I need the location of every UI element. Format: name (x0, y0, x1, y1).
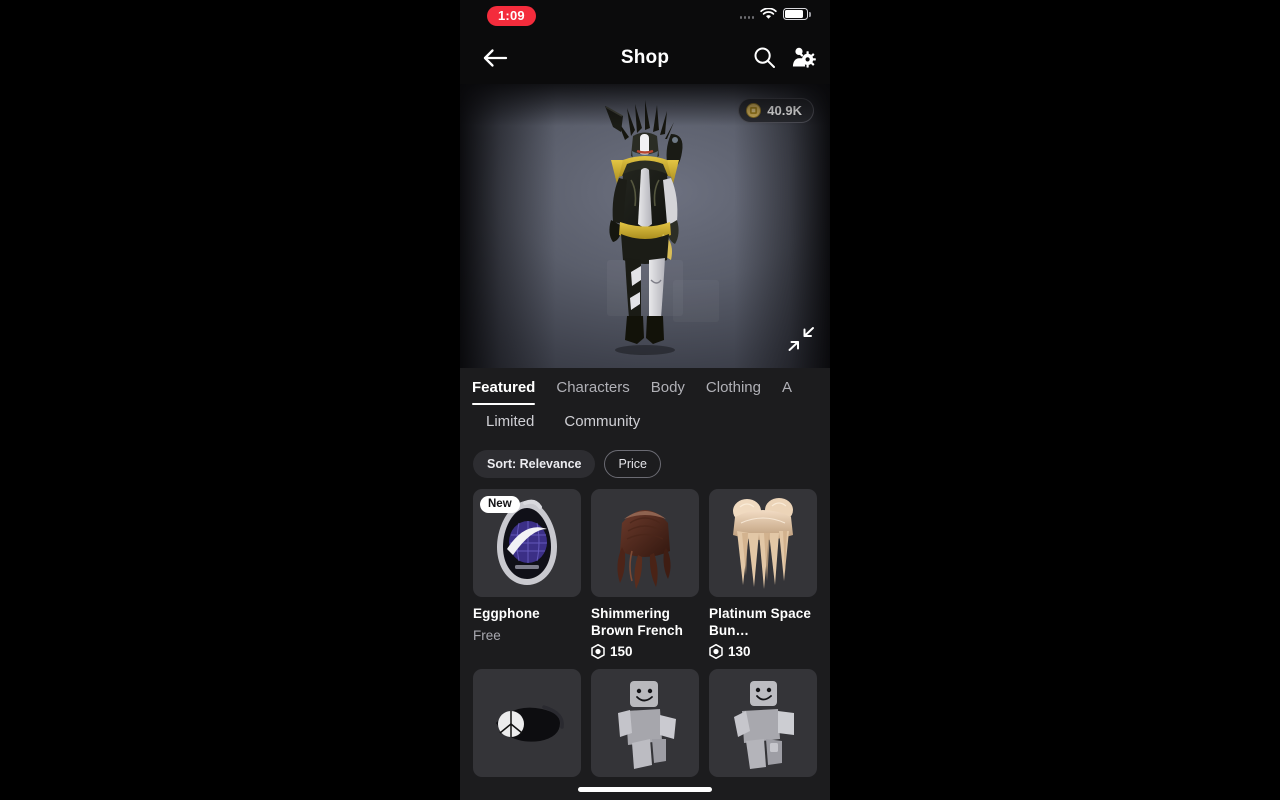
item-thumbnail[interactable] (473, 669, 581, 777)
tab-clothing[interactable]: Clothing (706, 379, 761, 405)
status-bar-right-icons (739, 8, 811, 20)
avatar-character-render (605, 100, 683, 355)
item-card-row2-2[interactable] (591, 669, 699, 777)
item-name: Shimmering Brown French (591, 606, 683, 638)
status-bar: 1:09 (460, 0, 830, 32)
item-thumbnail[interactable] (709, 489, 817, 597)
item-price-value: 130 (728, 644, 751, 659)
avatar-bundle-thumb-2 (734, 681, 794, 769)
tab-featured[interactable]: Featured (472, 379, 536, 405)
home-indicator (578, 787, 712, 792)
nav-bar: Shop (460, 32, 830, 84)
recording-time-pill: 1:09 (487, 6, 536, 26)
item-price-value: 150 (610, 644, 633, 659)
avatar-editor-button[interactable] (788, 41, 818, 73)
phone-screen: 1:09 Shop 40.9K Featured Characters Body… (460, 0, 830, 800)
currency-badge[interactable]: 40.9K (738, 98, 814, 123)
item-card-shimmering-brown-french[interactable]: Shimmering Brown French 150 (591, 489, 699, 659)
item-price: 130 (709, 644, 817, 659)
tab-community[interactable]: Community (564, 413, 640, 438)
new-badge: New (480, 496, 520, 513)
item-name: Platinum Space Bun… (709, 606, 811, 638)
item-price: 150 (591, 644, 699, 659)
price-filter-chip[interactable]: Price (604, 450, 661, 478)
item-card-row2-3[interactable] (709, 669, 817, 777)
item-thumbnail[interactable] (591, 489, 699, 597)
currency-amount: 40.9K (767, 103, 802, 118)
item-card-row2-1[interactable] (473, 669, 581, 777)
arrow-left-icon (483, 49, 508, 67)
item-grid: New Eggphone Free Shimmering Brown Frenc… (460, 478, 830, 777)
screenshot-root: 1:09 Shop 40.9K Featured Characters Body… (0, 0, 1280, 800)
item-card-platinum-space-bun[interactable]: Platinum Space Bun… 130 (709, 489, 817, 659)
avatar-bundle-thumb-1 (618, 681, 676, 769)
nav-actions (749, 41, 818, 73)
battery-icon (783, 8, 811, 20)
tab-accessories-truncated[interactable]: A (782, 379, 792, 405)
item-thumbnail[interactable] (709, 669, 817, 777)
sort-filter-chip[interactable]: Sort: Relevance (473, 450, 596, 478)
tab-limited[interactable]: Limited (486, 413, 534, 438)
tab-bars: Featured Characters Body Clothing A Limi… (460, 368, 830, 438)
primary-tab-row[interactable]: Featured Characters Body Clothing A (460, 368, 830, 405)
secondary-tab-row[interactable]: Limited Community (460, 405, 830, 438)
robux-coin-icon (746, 103, 762, 118)
avatar-preview[interactable]: 40.9K (460, 84, 830, 368)
item-thumbnail[interactable] (591, 669, 699, 777)
robux-price-icon (591, 644, 605, 659)
black-eye-mask-thumb (496, 705, 564, 742)
tab-characters[interactable]: Characters (556, 379, 629, 405)
back-button[interactable] (478, 42, 512, 74)
item-thumbnail[interactable]: New (473, 489, 581, 597)
wifi-icon (760, 8, 777, 19)
platinum-space-bun-hair-thumb (733, 498, 793, 589)
search-button[interactable] (749, 41, 779, 73)
tab-body[interactable]: Body (651, 379, 685, 405)
filter-chip-row: Sort: Relevance Price (460, 438, 830, 478)
item-price: Free (473, 628, 501, 643)
brown-braid-hair-thumb (617, 510, 671, 589)
collapse-arrows-icon[interactable] (786, 324, 816, 354)
item-card-eggphone[interactable]: New Eggphone Free (473, 489, 581, 659)
search-icon (754, 47, 775, 68)
item-name: Eggphone (473, 606, 540, 621)
avatar-gear-icon (792, 47, 816, 68)
signal-dots-icon (739, 10, 754, 19)
robux-price-icon (709, 644, 723, 659)
